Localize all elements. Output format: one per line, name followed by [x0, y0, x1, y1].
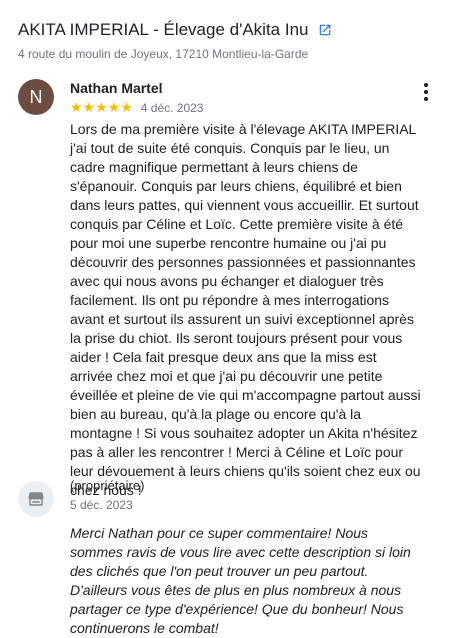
menu-dot: [424, 97, 428, 101]
business-address: 4 route du moulin de Joyeux, 17210 Montl…: [18, 47, 309, 61]
rating-row: ★★★★★ 4 déc. 2023: [70, 99, 203, 116]
business-header: AKITA IMPERIAL - Élevage d'Akita Inu 4 r…: [18, 20, 441, 61]
reviewer-avatar[interactable]: N: [18, 79, 54, 115]
title-row: AKITA IMPERIAL - Élevage d'Akita Inu: [18, 20, 441, 40]
more-vert-icon[interactable]: [423, 83, 429, 103]
menu-dot: [424, 90, 428, 94]
reply-text: Merci Nathan pour ce super commentaire! …: [70, 525, 411, 636]
reviewer-name[interactable]: Nathan Martel: [70, 80, 163, 96]
star-rating: ★★★★★: [70, 99, 133, 115]
review-text: Lors de ma première visite à l'élevage A…: [70, 121, 421, 498]
owner-label: (propriétaire): [70, 478, 145, 493]
business-name[interactable]: AKITA IMPERIAL - Élevage d'Akita Inu: [18, 20, 309, 40]
storefront-icon: [18, 481, 54, 517]
review-date: 4 déc. 2023: [140, 100, 204, 115]
menu-dot: [424, 83, 428, 87]
external-link-icon[interactable]: [318, 23, 332, 37]
reply-date: 5 déc. 2023: [70, 498, 133, 512]
